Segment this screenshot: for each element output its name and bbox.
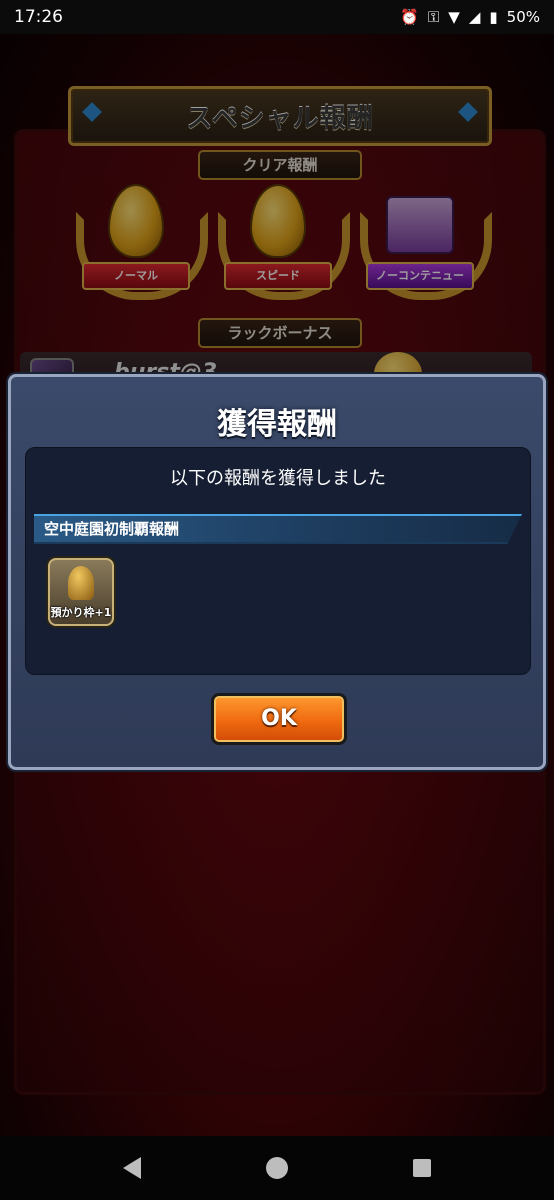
ok-button[interactable]: OK (211, 693, 347, 745)
signal-icon: ◢ (468, 7, 481, 26)
status-time: 17:26 (14, 7, 63, 27)
reward-category-label: 空中庭園初制覇報酬 (44, 520, 180, 538)
navigation-bar (0, 1136, 554, 1200)
bell-icon (68, 566, 94, 600)
status-icons: ⏰ ⚿ ▼ ◢ ▮ 50% (400, 7, 540, 26)
recent-apps-icon[interactable] (413, 1159, 432, 1177)
reward-dialog: 獲得報酬 以下の報酬を獲得しました 空中庭園初制覇報酬 預かり枠+1 OK (8, 374, 546, 770)
reward-item-storage-slot[interactable]: 預かり枠+1 (48, 558, 114, 626)
battery-percent: 50% (506, 7, 540, 26)
wifi-icon: ▼ (448, 7, 460, 26)
dialog-title: 獲得報酬 (217, 407, 337, 442)
status-bar: 17:26 ⏰ ⚿ ▼ ◢ ▮ 50% (0, 0, 554, 34)
key-icon: ⚿ (427, 7, 440, 26)
dialog-content: 以下の報酬を獲得しました 空中庭園初制覇報酬 預かり枠+1 (25, 447, 531, 675)
back-icon[interactable] (122, 1157, 141, 1179)
dialog-message: 以下の報酬を獲得しました (170, 468, 386, 489)
reward-category-bar: 空中庭園初制覇報酬 (34, 514, 522, 544)
battery-icon: ▮ (489, 7, 498, 26)
home-icon[interactable] (265, 1157, 288, 1179)
reward-item-label: 預かり枠+1 (50, 606, 112, 619)
alarm-icon: ⏰ (400, 7, 419, 26)
